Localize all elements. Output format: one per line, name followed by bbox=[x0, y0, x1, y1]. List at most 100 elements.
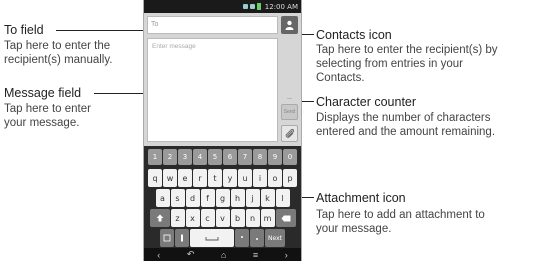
character-counter-callout-desc: Displays the number of characters entere… bbox=[316, 111, 495, 139]
key-p[interactable]: p bbox=[283, 169, 297, 187]
key-g[interactable]: g bbox=[215, 189, 230, 207]
shift-icon bbox=[156, 214, 163, 222]
to-field-callout-title: To field bbox=[4, 23, 44, 37]
key-4[interactable]: 4 bbox=[193, 149, 207, 165]
key-l[interactable]: l bbox=[275, 189, 290, 207]
period-icon bbox=[256, 238, 258, 240]
keyboard-row-2: a s d f g h j k l bbox=[146, 189, 299, 207]
symbols-key[interactable] bbox=[160, 229, 174, 247]
message-field-callout-line-1: Tap here to enter bbox=[4, 103, 91, 115]
key-6[interactable]: 6 bbox=[223, 149, 237, 165]
key-b[interactable]: b bbox=[230, 209, 245, 227]
chevron-right-icon[interactable]: › bbox=[285, 250, 288, 260]
keyboard-number-row: 1 2 3 4 5 6 7 8 9 0 bbox=[146, 149, 299, 167]
character-counter-callout-line-1: Displays the number of characters bbox=[316, 112, 491, 124]
key-s[interactable]: s bbox=[170, 189, 185, 207]
key-1[interactable]: 1 bbox=[148, 149, 162, 165]
key-f[interactable]: f bbox=[200, 189, 215, 207]
key-9[interactable]: 9 bbox=[268, 149, 282, 165]
character-counter: --- bbox=[287, 96, 292, 102]
comma-key[interactable] bbox=[235, 229, 249, 247]
shift-key[interactable] bbox=[149, 209, 170, 227]
send-button[interactable]: Send bbox=[281, 104, 298, 120]
battery-icon bbox=[256, 3, 261, 10]
key-y[interactable]: y bbox=[223, 169, 237, 187]
to-field-callout-line-2: recipient(s) manually. bbox=[4, 54, 113, 66]
navigation-bar: ‹ ↶ ⌂ ≡ › bbox=[144, 248, 301, 261]
message-field-callout-line-2: your message. bbox=[4, 117, 80, 129]
keyboard: 1 2 3 4 5 6 7 8 9 0 q w e r t y u i o p … bbox=[144, 146, 301, 248]
key-7[interactable]: 7 bbox=[238, 149, 252, 165]
key-w[interactable]: w bbox=[163, 169, 177, 187]
attachment-icon-callout-line-2: your message. bbox=[316, 223, 392, 235]
to-field-leader-line bbox=[56, 30, 149, 31]
keyboard-row-4: Next bbox=[146, 229, 299, 247]
key-3[interactable]: 3 bbox=[178, 149, 192, 165]
keyboard-row-1: q w e r t y u i o p bbox=[146, 169, 299, 187]
settings-key[interactable] bbox=[175, 229, 189, 247]
key-h[interactable]: h bbox=[230, 189, 245, 207]
paperclip-icon bbox=[285, 128, 294, 138]
attachment-icon-callout-title: Attachment icon bbox=[316, 191, 406, 205]
signal-icon bbox=[242, 4, 248, 9]
message-field-callout-title: Message field bbox=[4, 86, 82, 100]
key-v[interactable]: v bbox=[215, 209, 230, 227]
key-o[interactable]: o bbox=[268, 169, 282, 187]
space-icon bbox=[205, 236, 219, 240]
message-field-leader-line bbox=[94, 93, 149, 94]
key-0[interactable]: 0 bbox=[283, 149, 297, 165]
chevron-left-icon[interactable]: ‹ bbox=[157, 250, 160, 260]
contacts-icon bbox=[285, 20, 294, 30]
key-j[interactable]: j bbox=[245, 189, 260, 207]
key-r[interactable]: r bbox=[193, 169, 207, 187]
comma-icon bbox=[241, 236, 243, 238]
key-5[interactable]: 5 bbox=[208, 149, 222, 165]
contacts-icon-callout-desc: Tap here to enter the recipient(s) by se… bbox=[316, 43, 498, 85]
character-counter-callout-line-2: entered and the amount remaining. bbox=[316, 126, 496, 138]
key-e[interactable]: e bbox=[178, 169, 192, 187]
settings-icon bbox=[181, 234, 183, 242]
key-8[interactable]: 8 bbox=[253, 149, 267, 165]
key-k[interactable]: k bbox=[260, 189, 275, 207]
key-c[interactable]: c bbox=[200, 209, 215, 227]
status-icons bbox=[242, 3, 261, 10]
message-field[interactable]: Enter message bbox=[147, 38, 278, 142]
attachment-button[interactable] bbox=[281, 125, 298, 142]
keyboard-row-3: z x c v b n m bbox=[146, 209, 299, 227]
status-time: 12:00 AM bbox=[264, 2, 298, 11]
key-t[interactable]: t bbox=[208, 169, 222, 187]
key-q[interactable]: q bbox=[148, 169, 162, 187]
key-d[interactable]: d bbox=[185, 189, 200, 207]
message-field-callout-desc: Tap here to enter your message. bbox=[4, 102, 91, 130]
period-key[interactable] bbox=[250, 229, 264, 247]
backspace-icon bbox=[281, 215, 290, 221]
space-key[interactable] bbox=[190, 229, 234, 247]
contacts-icon-callout-line-2: selecting from entries in your bbox=[316, 58, 464, 70]
attachment-icon-callout-line-1: Tap here to add an attachment to bbox=[316, 209, 485, 221]
key-m[interactable]: m bbox=[260, 209, 275, 227]
home-icon[interactable]: ⌂ bbox=[221, 250, 226, 260]
character-counter-callout-title: Character counter bbox=[316, 95, 417, 109]
contacts-button[interactable] bbox=[281, 16, 298, 34]
key-u[interactable]: u bbox=[238, 169, 252, 187]
to-field[interactable]: To bbox=[147, 16, 278, 34]
key-x[interactable]: x bbox=[185, 209, 200, 227]
key-i[interactable]: i bbox=[253, 169, 267, 187]
wifi-icon bbox=[249, 4, 255, 9]
phone-screen: 12:00 AM To Enter message --- Send 1 2 3… bbox=[143, 0, 302, 261]
key-a[interactable]: a bbox=[155, 189, 170, 207]
key-n[interactable]: n bbox=[245, 209, 260, 227]
key-2[interactable]: 2 bbox=[163, 149, 177, 165]
attachment-icon-callout-desc: Tap here to add an attachment to your me… bbox=[316, 208, 485, 236]
key-z[interactable]: z bbox=[170, 209, 185, 227]
status-bar: 12:00 AM bbox=[144, 0, 301, 13]
next-key[interactable]: Next bbox=[265, 229, 285, 247]
back-icon[interactable]: ↶ bbox=[187, 249, 195, 260]
contacts-icon-callout-title: Contacts icon bbox=[316, 28, 392, 42]
to-field-callout-desc: Tap here to enter the recipient(s) manua… bbox=[4, 39, 112, 67]
backspace-key[interactable] bbox=[275, 209, 296, 227]
to-field-callout-line-1: Tap here to enter the bbox=[4, 40, 111, 52]
contacts-icon-callout-line-1: Tap here to enter the recipient(s) by bbox=[316, 44, 498, 56]
symbols-icon bbox=[163, 234, 171, 242]
menu-icon[interactable]: ≡ bbox=[253, 250, 258, 260]
